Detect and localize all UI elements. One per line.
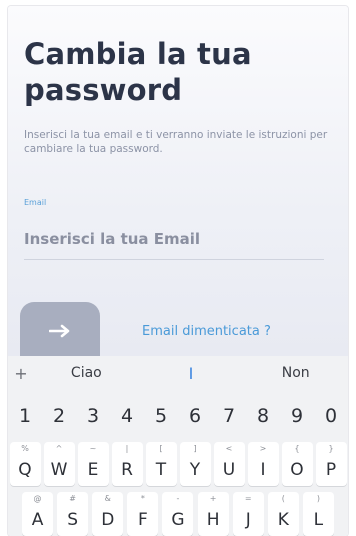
submit-button[interactable] [20, 302, 100, 360]
key-hint: - [176, 494, 180, 503]
key-hint: < [225, 444, 233, 453]
email-field-label: Email [24, 198, 47, 207]
key-label: I [260, 460, 266, 480]
forgot-email-link[interactable]: Email dimenticata ? [142, 324, 271, 339]
suggestion-bar: + Ciao I Non [8, 356, 348, 390]
key-g[interactable]: -G [162, 492, 194, 536]
key-label: A [31, 510, 44, 530]
key-hint: ^ [55, 444, 63, 453]
key-d[interactable]: & D [92, 492, 124, 536]
key-hint: % [21, 444, 29, 453]
key-label: L [313, 510, 324, 530]
key-label: R [121, 460, 133, 480]
suggestion-2[interactable]: I [139, 364, 244, 383]
page-description: Inserisci la tua email e ti verranno inv… [24, 129, 328, 155]
key-0[interactable]: 0 [315, 405, 347, 427]
key-p[interactable]: } P [315, 442, 347, 486]
key-label: F [137, 510, 148, 530]
key-hint: * [140, 494, 145, 503]
key-u[interactable]: < U [213, 442, 245, 486]
key-7[interactable]: 7 [213, 405, 245, 427]
key-1[interactable]: 1 [9, 405, 41, 427]
key-hint: { [294, 444, 300, 453]
key-label: Y [189, 460, 201, 480]
number-row: 1234567890 [8, 394, 348, 438]
key-label: T [155, 460, 167, 480]
key-label: H [206, 510, 220, 530]
key-8[interactable]: 8 [247, 405, 279, 427]
key-y[interactable]: ] Y [179, 442, 211, 486]
key-label: E [87, 460, 99, 480]
key-2[interactable]: 2 [43, 405, 75, 427]
key-hint: [ [159, 444, 163, 453]
key-hint: ( [281, 494, 285, 503]
change-password-screen: Cambia la tua password Inserisci la tua … [8, 6, 348, 360]
key-label: J [245, 510, 251, 530]
page-title: Cambia la tua password [24, 37, 252, 107]
key-q[interactable]: % Q [9, 442, 41, 486]
key-a[interactable]: @ A [22, 492, 54, 536]
key-hint: = [244, 494, 252, 503]
key-hint: + [209, 494, 217, 503]
key-label: G [171, 510, 185, 530]
key-label: O [290, 460, 304, 480]
key-hint: | [125, 444, 129, 453]
key-k[interactable]: (K [267, 492, 299, 536]
key-h[interactable]: + H [197, 492, 229, 536]
key-hint: ~ [89, 444, 97, 453]
key-o[interactable]: {O [281, 442, 313, 486]
key-6[interactable]: 6 [179, 405, 211, 427]
key-i[interactable]: > I [247, 442, 279, 486]
key-9[interactable]: 9 [281, 405, 313, 427]
key-label: Q [18, 460, 32, 480]
key-label: K [277, 510, 289, 530]
key-label: S [67, 510, 79, 530]
key-e[interactable]: ~ E [77, 442, 109, 486]
key-l[interactable]: ) L [302, 492, 334, 536]
key-5[interactable]: 5 [145, 405, 177, 427]
key-label: P [325, 460, 337, 480]
key-f[interactable]: * F [127, 492, 159, 536]
key-r[interactable]: | R [111, 442, 143, 486]
letter-row-q: % Q ^ W ~ E | R[T] Y < U > I{O} P [8, 442, 348, 488]
letter-row-a: @ A # S & D * F - G + H = J(K) L [8, 492, 348, 536]
key-hint: } [328, 444, 334, 453]
suggestion-1[interactable]: Ciao [34, 365, 139, 381]
key-hint: ] [193, 444, 197, 453]
key-label: D [101, 510, 115, 530]
key-hint: > [259, 444, 267, 453]
plus-icon[interactable]: + [8, 364, 34, 383]
key-hint: # [69, 494, 76, 503]
key-j[interactable]: = J [232, 492, 264, 536]
key-label: W [50, 460, 68, 480]
email-field[interactable] [24, 219, 324, 260]
key-hint: @ [33, 494, 42, 503]
key-s[interactable]: # S [57, 492, 89, 536]
key-w[interactable]: ^ W [43, 442, 75, 486]
on-screen-keyboard: + Ciao I Non 1234567890 % Q ^ W ~ E | R[T] Y < U > I… [8, 356, 348, 536]
key-hint: ) [316, 494, 320, 503]
key-3[interactable]: 3 [77, 405, 109, 427]
suggestion-3[interactable]: Non [243, 365, 348, 381]
key-t[interactable]: [T [145, 442, 177, 486]
key-4[interactable]: 4 [111, 405, 143, 427]
arrow-right-icon [49, 324, 71, 338]
phone-screen: Cambia la tua password Inserisci la tua … [8, 6, 348, 536]
key-hint: & [104, 494, 111, 503]
key-label: U [222, 460, 236, 480]
